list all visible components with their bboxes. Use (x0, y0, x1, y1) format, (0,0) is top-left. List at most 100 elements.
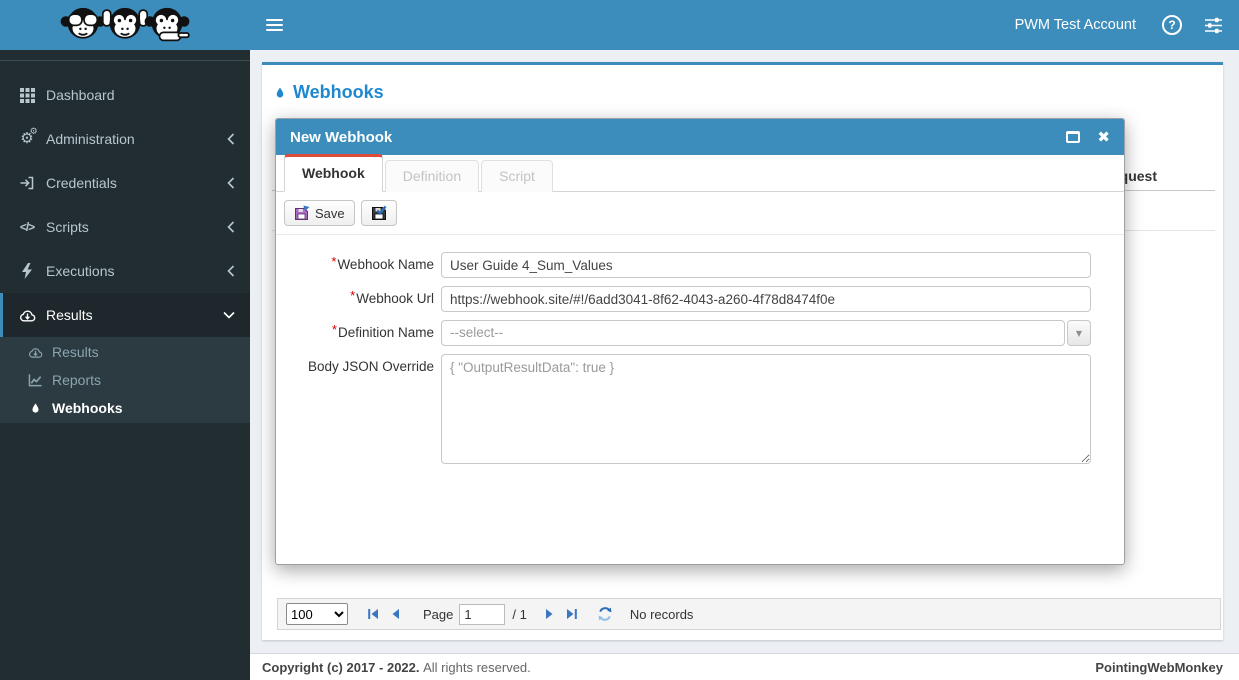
sidebar-subitem-reports[interactable]: Reports (0, 366, 250, 394)
modal-header: New Webhook ✖ (276, 119, 1124, 155)
last-page-button[interactable] (565, 607, 579, 621)
chevron-left-icon (227, 177, 235, 189)
sidebar-item-credentials[interactable]: Credentials (0, 161, 250, 205)
save-and-close-button[interactable] (361, 200, 397, 226)
webhook-name-label: *Webhook Name (276, 252, 441, 278)
modal-tabs: Webhook Definition Script (276, 155, 1124, 192)
copyright-rest: All rights reserved. (423, 660, 531, 675)
chevron-left-icon (227, 265, 235, 277)
page-title: Webhooks (293, 82, 384, 103)
tab-script[interactable]: Script (481, 160, 553, 192)
tab-definition[interactable]: Definition (385, 160, 479, 192)
line-chart-icon (24, 373, 46, 387)
webhook-url-input[interactable] (441, 286, 1091, 312)
sidebar-item-dashboard[interactable]: Dashboard (0, 73, 250, 117)
sidebar-menu: Dashboard ⚙⚙ Administration Credentials (0, 60, 250, 423)
field-label-text: Webhook Url (356, 291, 434, 306)
copyright-strong: Copyright (c) 2017 - 2022. (262, 660, 420, 675)
required-asterisk: * (331, 254, 336, 269)
cloud-download-icon (15, 308, 39, 323)
sidebar-item-label: Results (46, 307, 93, 323)
modal-title: New Webhook (290, 129, 392, 146)
sidebar-subitem-label: Results (52, 344, 99, 360)
modal-toolbar: Save (276, 192, 1124, 235)
page-label: Page (423, 607, 453, 622)
sidebar-item-label: Executions (46, 263, 114, 279)
next-page-button[interactable] (542, 607, 556, 621)
gears-icon: ⚙⚙ (15, 131, 39, 147)
card-header: Webhooks (262, 65, 1223, 113)
chevron-left-icon (227, 133, 235, 145)
save-check-icon (371, 205, 387, 221)
code-icon: </> (15, 220, 39, 234)
hands-up-monkey-icon (102, 4, 148, 46)
sidebar-submenu: Results Reports Webhooks (0, 337, 250, 423)
footer: Copyright (c) 2017 - 2022. All rights re… (250, 653, 1239, 680)
field-label-text: Body JSON Override (308, 359, 434, 374)
dashboard-grid-icon (15, 88, 39, 103)
form-row: *Webhook Name (276, 252, 1124, 278)
help-icon[interactable]: ? (1162, 15, 1182, 35)
form-row: *Webhook Url (276, 286, 1124, 312)
field-label-text: Definition Name (338, 325, 434, 340)
prev-page-button[interactable] (389, 607, 403, 621)
required-asterisk: * (332, 322, 337, 337)
save-button[interactable]: Save (284, 200, 355, 226)
sidebar-item-administration[interactable]: ⚙⚙ Administration (0, 117, 250, 161)
tab-webhook[interactable]: Webhook (284, 154, 383, 192)
field-label-text: Webhook Name (337, 257, 434, 272)
sidebar: Dashboard ⚙⚙ Administration Credentials (0, 0, 250, 680)
lightning-bolt-icon (15, 263, 39, 279)
webhook-form: *Webhook Name *Webhook Url *Definition N… (276, 235, 1124, 464)
records-status: No records (630, 607, 694, 622)
dropdown-arrow-icon[interactable]: ▼ (1067, 320, 1091, 346)
pagination-bar: 100 Page / 1 No records (277, 598, 1221, 630)
see-no-evil-monkey-icon (60, 4, 106, 46)
sidebar-subitem-results[interactable]: Results (0, 338, 250, 366)
save-floppy-icon (294, 205, 310, 221)
sidebar-item-label: Administration (46, 131, 135, 147)
first-page-button[interactable] (366, 607, 380, 621)
form-row: *Definition Name --select-- ▼ (276, 320, 1124, 346)
sidebar-item-label: Credentials (46, 175, 117, 191)
definition-name-select[interactable]: --select-- ▼ (441, 320, 1091, 346)
definition-name-label: *Definition Name (276, 320, 441, 346)
brand-name: PointingWebMonkey (1095, 660, 1223, 675)
maximize-icon[interactable] (1066, 131, 1080, 143)
body-json-override-label: Body JSON Override (276, 354, 441, 464)
sidebar-item-label: Dashboard (46, 87, 115, 103)
chevron-down-icon (223, 311, 235, 319)
copyright-text: Copyright (c) 2017 - 2022. All rights re… (262, 660, 531, 675)
body-json-override-textarea[interactable] (441, 354, 1091, 464)
webhook-name-input[interactable] (441, 252, 1091, 278)
webhook-url-label: *Webhook Url (276, 286, 441, 312)
page-number-input[interactable] (459, 604, 505, 625)
top-navbar: PWM Test Account ? (250, 0, 1239, 50)
sidebar-subitem-webhooks[interactable]: Webhooks (0, 394, 250, 422)
cloud-download-icon (24, 346, 46, 359)
total-pages-label: / 1 (512, 607, 526, 622)
new-webhook-modal: New Webhook ✖ Webhook Definition Script … (275, 118, 1125, 565)
sidebar-item-scripts[interactable]: </> Scripts (0, 205, 250, 249)
settings-sliders-icon[interactable] (1204, 17, 1223, 34)
save-button-label: Save (315, 206, 345, 221)
hamburger-menu-icon[interactable] (266, 16, 283, 34)
sidebar-item-executions[interactable]: Executions (0, 249, 250, 293)
account-menu[interactable]: PWM Test Account (1001, 2, 1150, 48)
sidebar-item-label: Scripts (46, 219, 89, 235)
sidebar-subitem-label: Reports (52, 372, 101, 388)
selected-option-label: --select-- (441, 320, 1065, 346)
sidebar-item-results[interactable]: Results (0, 293, 250, 337)
refresh-button[interactable] (597, 606, 613, 622)
chevron-left-icon (227, 221, 235, 233)
sidebar-subitem-label: Webhooks (52, 400, 123, 416)
droplet-icon (24, 401, 46, 415)
droplet-icon (274, 85, 286, 100)
navbar-right: PWM Test Account ? (1001, 2, 1239, 48)
close-icon[interactable]: ✖ (1097, 128, 1110, 146)
required-asterisk: * (350, 288, 355, 303)
sign-in-icon (15, 175, 39, 191)
page-size-select[interactable]: 100 (286, 603, 348, 625)
pointing-monkey-icon (144, 4, 190, 46)
logo[interactable] (0, 0, 250, 50)
